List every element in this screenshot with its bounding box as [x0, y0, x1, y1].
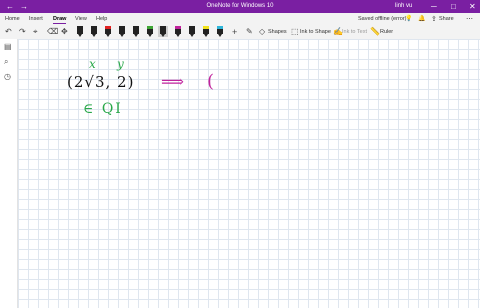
ink-y-label: y	[117, 57, 124, 71]
pen-7-selected[interactable]	[158, 26, 168, 37]
ink-to-shape-button[interactable]: Ink to Shape	[300, 29, 331, 35]
add-space-icon[interactable]: ✥	[61, 26, 68, 38]
ribbon-tabs: Home Insert Draw View Help Saved offline…	[0, 13, 480, 25]
highlighter-3[interactable]	[217, 26, 223, 37]
notebooks-icon[interactable]: ▤	[4, 42, 12, 51]
user-name[interactable]: linh vu	[395, 3, 412, 9]
tab-draw[interactable]: Draw	[53, 16, 67, 24]
highlighter-2[interactable]	[203, 26, 209, 37]
ink-quadrant-note: ∈ QI	[83, 101, 123, 117]
maximize-icon[interactable]: □	[451, 1, 456, 12]
ink-to-text-button: Ink to Text	[342, 29, 367, 35]
pen-2[interactable]	[91, 26, 97, 37]
title-bar: ← → OneNote for Windows 10 linh vu ─ □ ✕	[0, 0, 480, 13]
save-status: Saved offline (error)	[358, 16, 407, 22]
lasso-select-icon[interactable]: ⌖	[33, 26, 38, 38]
pen-6[interactable]	[147, 26, 153, 37]
shapes-button[interactable]: Shapes	[268, 29, 287, 35]
tab-help[interactable]: Help	[96, 16, 107, 22]
ruler-button[interactable]: Ruler	[380, 29, 393, 35]
tab-home[interactable]: Home	[5, 16, 20, 22]
shapes-icon[interactable]: ◇	[259, 26, 265, 38]
ink-implies-arrow: ⟹	[161, 72, 184, 91]
ink-to-shape-icon[interactable]: ⬚	[291, 26, 299, 38]
ruler-icon[interactable]: 📏	[370, 26, 380, 38]
left-nav-rail: ▤ ⌕ ◷	[0, 39, 18, 308]
add-pen-icon[interactable]: +	[232, 26, 237, 38]
draw-toolbar: ↶ ↷ ⌖ ⌫ ✥ + ✎ ◇ Shapes ⬚ Ink to Shape ✍ …	[0, 25, 480, 40]
ink-open-paren: (	[207, 71, 215, 92]
ink-point-expression: (2√3, 2)	[67, 73, 135, 91]
close-icon[interactable]: ✕	[469, 1, 476, 12]
more-options-icon[interactable]: ⋯	[466, 15, 473, 23]
ink-editor-icon[interactable]: ✎	[246, 26, 253, 38]
recent-notes-icon[interactable]: ◷	[4, 72, 11, 81]
tab-insert[interactable]: Insert	[29, 16, 43, 22]
undo-icon[interactable]: ↶	[5, 26, 12, 38]
pen-1[interactable]	[77, 26, 83, 37]
highlighter-1[interactable]	[189, 26, 195, 37]
share-button[interactable]: Share	[439, 16, 454, 22]
pen-8[interactable]	[175, 26, 181, 37]
pen-3[interactable]	[105, 26, 111, 37]
bell-icon[interactable]: 🔔	[418, 15, 425, 22]
share-icon[interactable]: ⇪	[431, 15, 437, 23]
pen-4[interactable]	[119, 26, 125, 37]
search-icon[interactable]: ⌕	[4, 57, 8, 67]
minimize-icon[interactable]: ─	[431, 1, 437, 12]
lightbulb-icon[interactable]: 💡	[405, 15, 412, 22]
tab-view[interactable]: View	[75, 16, 87, 22]
eraser-icon[interactable]: ⌫	[47, 26, 58, 38]
ink-x-label: x	[89, 57, 96, 71]
redo-icon[interactable]: ↷	[19, 26, 26, 38]
pen-5[interactable]	[133, 26, 139, 37]
